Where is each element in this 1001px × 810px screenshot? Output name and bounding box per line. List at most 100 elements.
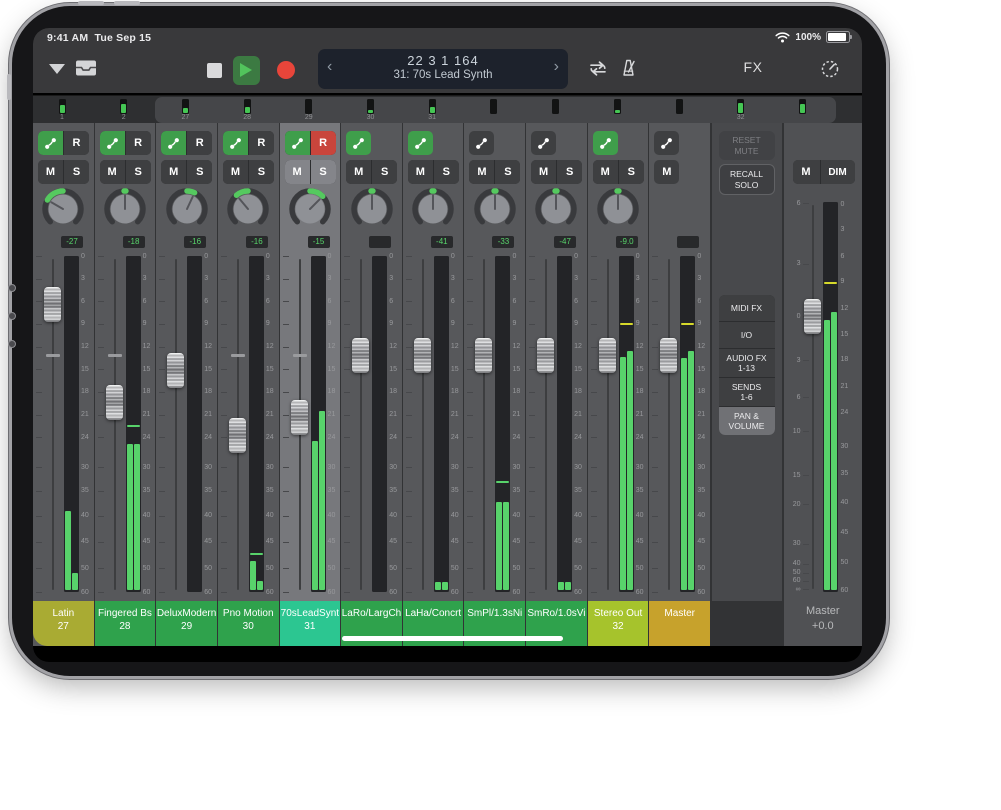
automation-button[interactable]	[469, 131, 494, 155]
fx-button[interactable]: FX	[733, 59, 773, 75]
record-enable-button[interactable]: R	[187, 131, 212, 155]
song-sections-button[interactable]	[47, 62, 67, 76]
record-enable-button[interactable]: R	[249, 131, 274, 155]
automation-button[interactable]	[161, 131, 186, 155]
record-enable-button[interactable]: R	[64, 131, 89, 155]
record-enable-button[interactable]: R	[126, 131, 151, 155]
level-meter	[680, 256, 695, 592]
play-button[interactable]	[231, 55, 261, 85]
solo-button[interactable]: S	[64, 160, 89, 184]
solo-button[interactable]: S	[126, 160, 151, 184]
pan-knob[interactable]	[288, 187, 332, 231]
channel-label[interactable]: Pno Motion30	[218, 601, 279, 646]
channel-label[interactable]: Fingered Bs28	[95, 601, 156, 646]
recall-solo-button[interactable]: RECALL SOLO	[719, 164, 775, 195]
mute-button[interactable]: M	[408, 160, 433, 184]
solo-button[interactable]: S	[557, 160, 582, 184]
chevron-right-icon[interactable]: ›	[554, 58, 559, 76]
master-mute-button[interactable]: M	[793, 160, 820, 184]
automation-button[interactable]	[38, 131, 63, 155]
volume-fader-handle[interactable]	[352, 338, 369, 373]
mute-button[interactable]: M	[100, 160, 125, 184]
section-button-audio-fx[interactable]: AUDIO FX1-13	[719, 349, 775, 377]
solo-button[interactable]: S	[495, 160, 520, 184]
volume-fader-handle[interactable]	[660, 338, 677, 373]
mute-button[interactable]: M	[285, 160, 310, 184]
channel-label[interactable]: DeluxModern29	[156, 601, 217, 646]
channel-label[interactable]: Stereo Out32	[588, 601, 649, 646]
master-dim-button[interactable]: DIM	[821, 160, 855, 184]
meter-bar-right	[565, 582, 571, 590]
channel-label[interactable]: 70sLeadSynt31	[280, 601, 341, 646]
fader-tick	[591, 491, 597, 492]
volume-fader-handle[interactable]	[599, 338, 616, 373]
pan-knob[interactable]	[165, 187, 209, 231]
db-scale-label: 18	[81, 388, 89, 395]
automation-button[interactable]	[285, 131, 310, 155]
fader-tick	[529, 542, 535, 543]
section-button-midi-fx[interactable]: MIDI FX	[719, 295, 775, 321]
mute-button[interactable]: M	[531, 160, 556, 184]
mute-button[interactable]: M	[654, 160, 679, 184]
solo-button[interactable]: S	[249, 160, 274, 184]
mute-button[interactable]: M	[469, 160, 494, 184]
volume-fader-handle[interactable]	[537, 338, 554, 373]
pan-knob[interactable]	[534, 187, 578, 231]
volume-fader-handle[interactable]	[291, 400, 308, 435]
pan-knob[interactable]	[226, 187, 270, 231]
volume-fader-handle[interactable]	[475, 338, 492, 373]
fader-tick	[221, 279, 227, 280]
reset-mute-button[interactable]: RESET MUTE	[719, 131, 775, 160]
automation-icon	[166, 136, 181, 151]
overview-track-meter	[799, 99, 806, 114]
channel-label[interactable]: Latin27	[33, 601, 94, 646]
record-enable-button[interactable]: R	[311, 131, 336, 155]
solo-button[interactable]: S	[434, 160, 459, 184]
volume-fader-handle[interactable]	[167, 353, 184, 388]
automation-button[interactable]	[346, 131, 371, 155]
mute-button[interactable]: M	[223, 160, 248, 184]
solo-button[interactable]: S	[187, 160, 212, 184]
tracks-view-button[interactable]	[75, 58, 97, 78]
level-meter	[187, 256, 202, 592]
solo-button[interactable]: S	[311, 160, 336, 184]
automation-button[interactable]	[531, 131, 556, 155]
section-button-pan-[interactable]: PAN &VOLUME	[719, 407, 775, 435]
mute-button[interactable]: M	[593, 160, 618, 184]
pan-knob[interactable]	[596, 187, 640, 231]
mute-button[interactable]: M	[346, 160, 371, 184]
lcd-display[interactable]: ‹ 22 3 1 164 31: 70s Lead Synth ›	[318, 49, 568, 89]
chevron-left-icon[interactable]: ‹	[327, 58, 332, 76]
solo-button[interactable]: S	[619, 160, 644, 184]
mute-button[interactable]: M	[161, 160, 186, 184]
pan-knob[interactable]	[103, 187, 147, 231]
fader-tick	[591, 324, 597, 325]
automation-button[interactable]	[593, 131, 618, 155]
volume-fader-handle[interactable]	[414, 338, 431, 373]
volume-fader-handle[interactable]	[106, 385, 123, 420]
settings-button[interactable]	[819, 58, 841, 80]
automation-button[interactable]	[100, 131, 125, 155]
pan-knob[interactable]	[41, 187, 85, 231]
fader-tick	[652, 415, 658, 416]
pan-knob[interactable]	[350, 187, 394, 231]
volume-fader-handle[interactable]	[44, 287, 61, 322]
solo-button[interactable]: S	[372, 160, 397, 184]
automation-button[interactable]	[223, 131, 248, 155]
section-button-i-o[interactable]: I/O	[719, 322, 775, 348]
section-button-sends[interactable]: SENDS1-6	[719, 378, 775, 406]
pan-knob[interactable]	[473, 187, 517, 231]
fader-tick	[344, 392, 350, 393]
automation-button[interactable]	[654, 131, 679, 155]
volume-fader-handle[interactable]	[229, 418, 246, 453]
master-fader-handle[interactable]	[804, 299, 821, 334]
stop-button[interactable]	[205, 61, 223, 79]
metronome-button[interactable]	[617, 58, 639, 78]
automation-button[interactable]	[408, 131, 433, 155]
cycle-button[interactable]	[587, 59, 609, 77]
record-button[interactable]	[276, 60, 296, 80]
channel-label[interactable]: Master	[649, 601, 710, 646]
mute-button[interactable]: M	[38, 160, 63, 184]
pan-knob[interactable]	[411, 187, 455, 231]
db-scale-label: 3	[451, 275, 455, 282]
